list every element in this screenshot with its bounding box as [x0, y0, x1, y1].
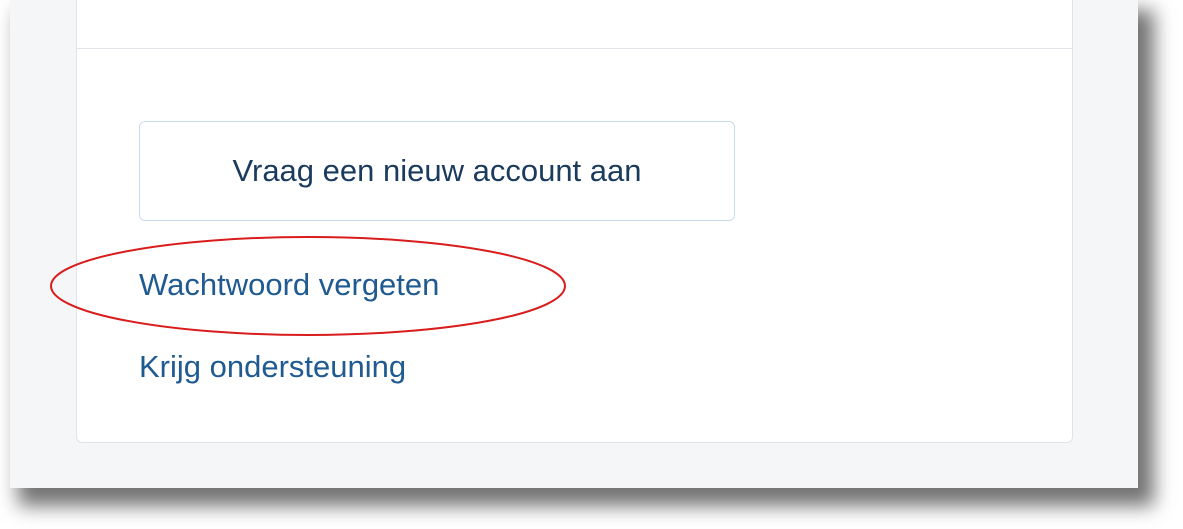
login-card: Vraag een nieuw account aan Wachtwoord v…: [76, 0, 1073, 443]
forgot-password-link[interactable]: Wachtwoord vergeten: [139, 267, 439, 303]
screenshot-frame: Vraag een nieuw account aan Wachtwoord v…: [10, 0, 1138, 488]
get-support-link[interactable]: Krijg ondersteuning: [139, 349, 406, 385]
request-new-account-button[interactable]: Vraag een nieuw account aan: [139, 121, 735, 221]
card-divider: [77, 48, 1072, 49]
